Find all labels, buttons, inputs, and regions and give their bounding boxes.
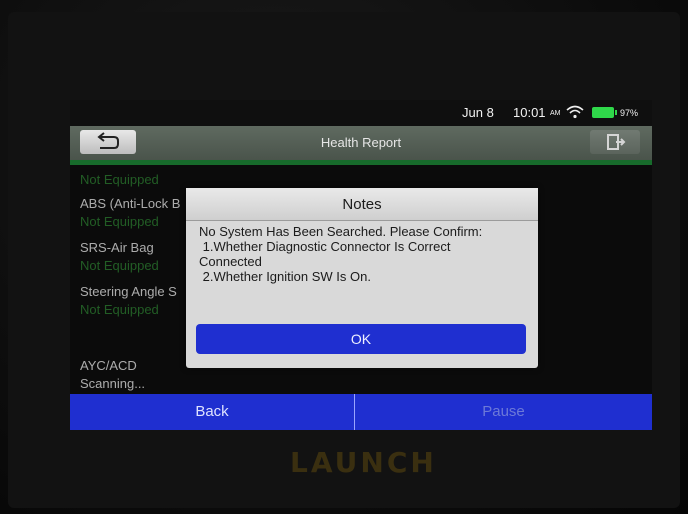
list-item-status: Not Equipped (80, 258, 159, 273)
device-screen: Jun 8 10:01 AM 97% Health Report Not Equ… (70, 100, 652, 430)
bottom-action-bar: Back Pause (70, 394, 652, 430)
list-item-name[interactable]: SRS-Air Bag (80, 240, 154, 255)
ok-button[interactable]: OK (196, 324, 526, 354)
back-button[interactable]: Back (70, 394, 354, 430)
battery-icon (592, 107, 617, 118)
list-item-status: Not Equipped (80, 302, 159, 317)
dialog-message: No System Has Been Searched. Please Conf… (199, 224, 529, 284)
list-item-name[interactable]: ABS (Anti-Lock B (80, 196, 180, 211)
dialog-message-line: 1.Whether Diagnostic Connector Is Correc… (199, 239, 451, 254)
list-item-name[interactable]: Steering Angle S (80, 284, 177, 299)
dialog-message-line: Connected (199, 254, 262, 269)
page-title: Health Report (320, 135, 402, 150)
status-time: 10:01 (513, 105, 546, 120)
status-date: Jun 8 (462, 105, 494, 120)
dialog-message-line: No System Has Been Searched. Please Conf… (199, 224, 483, 239)
dialog-header: Notes (186, 188, 538, 221)
notes-dialog: Notes No System Has Been Searched. Pleas… (186, 188, 538, 368)
status-ampm: AM (550, 110, 561, 117)
list-item-status: Scanning... (80, 376, 146, 391)
dialog-message-line: 2.Whether Ignition SW Is On. (199, 269, 371, 284)
list-item-status: Not Equipped (80, 172, 159, 187)
pause-button[interactable]: Pause (355, 394, 652, 430)
wifi-icon (566, 105, 584, 122)
brand-logo: LAUNCH (290, 446, 437, 479)
exit-icon (590, 134, 640, 158)
battery-percent: 97% (620, 108, 639, 118)
list-item-status: Not Equipped (80, 214, 159, 229)
dialog-title: Notes (342, 196, 382, 213)
status-bar: Jun 8 10:01 AM 97% (70, 100, 652, 126)
list-item-name[interactable]: AYC/ACD (80, 358, 137, 373)
exit-button[interactable] (590, 130, 640, 154)
title-bar: Health Report (70, 126, 652, 165)
